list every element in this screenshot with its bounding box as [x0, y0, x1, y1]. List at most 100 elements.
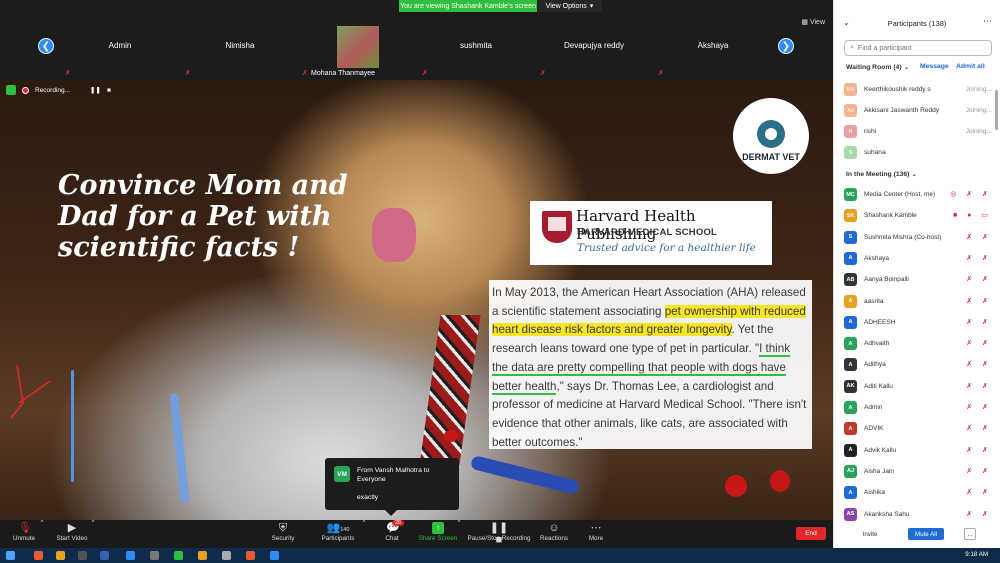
share-options-caret[interactable]: ^	[455, 520, 463, 548]
pause-stop-recording-button[interactable]: ❚❚ ■ Pause/Stop Recording	[466, 520, 532, 548]
video-tile-admin[interactable]: Admin ✗	[60, 12, 180, 80]
participants-button[interactable]: 👥140 Participants	[318, 520, 358, 548]
mic-muted-icon: 🎙	[18, 522, 32, 534]
waiting-room-item[interactable]: Ssuhana	[844, 143, 992, 163]
app-icon[interactable]	[222, 551, 231, 560]
participant-name: Media Center (Host, me)	[864, 191, 936, 198]
chevron-up-icon: ^	[362, 520, 366, 526]
participants-panel: ⌄ Participants (138) ⋯ ⌕ Find a particip…	[833, 0, 1000, 548]
avatar: S	[844, 146, 857, 159]
video-options-caret[interactable]: ^	[89, 520, 97, 548]
chrome-icon[interactable]	[56, 551, 65, 560]
share-screen-button[interactable]: ↑ Share Screen	[418, 520, 458, 548]
participant-row[interactable]: A ADHEESH ✗ ✗	[844, 313, 992, 334]
mute-all-button[interactable]: Mute All	[908, 528, 944, 540]
app-icon[interactable]	[174, 551, 183, 560]
participant-row[interactable]: Aaasrita ✗ ✗	[844, 292, 992, 313]
zoom-icon[interactable]	[126, 551, 135, 560]
chevron-down-icon: ▾	[589, 3, 594, 10]
waiting-room-item[interactable]: KR Keerthikoushik reddy s Joining...	[844, 80, 992, 100]
admit-all-button[interactable]: Admit all	[956, 63, 985, 70]
chrome-icon[interactable]	[246, 551, 255, 560]
tile-name: Nimisha	[225, 41, 255, 50]
participant-name: Aisha Jain	[864, 467, 894, 475]
unmute-button[interactable]: 🎙 Unmute	[8, 520, 40, 548]
app-icon[interactable]	[150, 551, 159, 560]
pause-recording-icon[interactable]: ❚❚	[90, 86, 101, 94]
participant-row[interactable]: AK Aditi Kallu ✗ ✗	[844, 377, 992, 398]
share-banner: You are viewing Shashank Kamble's screen…	[399, 0, 602, 12]
mic-muted-icon: ✗	[65, 70, 71, 77]
participant-row[interactable]: AJ Aisha Jain ✗ ✗	[844, 462, 992, 483]
waiting-message-button[interactable]: Message	[920, 63, 949, 70]
video-tile-nimisha[interactable]: Nimisha ✗	[180, 12, 300, 80]
folder-icon[interactable]	[198, 551, 207, 560]
chat-message: exactly	[357, 494, 379, 501]
panel-scrollbar[interactable]	[995, 90, 998, 130]
mic-muted-icon: ✗	[540, 70, 546, 77]
video-tile-sushmita[interactable]: sushmita ✗	[417, 12, 535, 80]
waiting-room-item[interactable]: AJ Akkisani Jaswanth Reddy Joining...	[844, 101, 992, 121]
audio-options-caret[interactable]: ^	[38, 520, 46, 548]
pet-logo-icon	[757, 120, 785, 148]
participants-options-caret[interactable]: ^	[360, 520, 368, 548]
mic-muted-icon: ✗	[658, 70, 664, 77]
participant-row[interactable]: A Adithya ✗ ✗	[844, 355, 992, 376]
participant-row[interactable]: MC Media Center (Host, me) ◎ ✗ ✗	[844, 185, 992, 206]
security-label: Security	[271, 535, 295, 542]
participant-row[interactable]: A Aishika ✗ ✗	[844, 483, 992, 504]
view-options-button[interactable]: View Options ▾	[537, 0, 602, 12]
participant-row[interactable]: SK Shashank Kamble ■ ● ▭	[844, 206, 992, 227]
participant-row[interactable]: AS Akanksha Sahu ✗ ✗	[844, 505, 992, 526]
video-tile-akshaya[interactable]: Akshaya ✗	[653, 12, 773, 80]
waiting-name: suhana	[864, 149, 886, 156]
nail-graphic	[725, 475, 747, 497]
avatar: AJ	[844, 464, 857, 478]
chevron-up-icon: ^	[457, 520, 461, 526]
view-button[interactable]: ▦ View	[801, 18, 825, 26]
waiting-room-title[interactable]: Waiting Room (4) ⌄	[846, 63, 909, 71]
waiting-room-item[interactable]: Rrishi Joining...	[844, 122, 992, 142]
zoom-window: You are viewing Shashank Kamble's screen…	[0, 0, 1000, 563]
participant-row[interactable]: A ADVIK ✗ ✗	[844, 419, 992, 440]
mic-video-status-icon: ✗ ✗	[966, 489, 992, 497]
in-meeting-header[interactable]: In the Meeting (136) ⌄	[846, 170, 917, 178]
reactions-label: Reactions	[539, 535, 568, 542]
zoom-icon[interactable]	[270, 551, 279, 560]
annotation-stroke	[169, 392, 190, 504]
participant-row[interactable]: A Advik Kallu ✗ ✗	[844, 441, 992, 462]
avatar: SK	[844, 209, 857, 223]
end-meeting-button[interactable]: End	[796, 527, 826, 540]
waiting-name: Keerthikoushik reddy s	[864, 86, 931, 93]
participant-row[interactable]: A Akshaya ✗ ✗	[844, 249, 992, 270]
chat-button[interactable]: 💬 26 Chat	[380, 520, 405, 548]
taskbar-clock: 9:18 AM	[965, 551, 988, 558]
invite-button[interactable]: Invite	[854, 528, 886, 540]
avatar: S	[844, 230, 857, 244]
mic-video-status-icon: ✗ ✗	[966, 361, 992, 369]
video-off-icon: ▶	[67, 522, 77, 534]
participant-search-input[interactable]: ⌕ Find a participant	[844, 40, 992, 56]
app-icon[interactable]	[78, 551, 87, 560]
more-button[interactable]: ⋯ More	[584, 520, 608, 548]
chat-notification[interactable]: VM From Vansh Malhotra to Everyone exact…	[325, 458, 459, 510]
participant-name: aasrita	[864, 297, 884, 305]
share-screen-label: Share Screen	[418, 535, 458, 542]
participant-row[interactable]: A Adhvaith ✗ ✗	[844, 334, 992, 355]
windows-start-icon[interactable]	[6, 551, 15, 560]
video-tile-devapujya[interactable]: Devapujya reddy ✗	[535, 12, 653, 80]
participant-row[interactable]: A Admin ✗ ✗	[844, 398, 992, 419]
mic-video-status-icon: ✗ ✗	[966, 276, 992, 284]
prev-page-button[interactable]: ❮	[38, 38, 54, 54]
stop-recording-icon[interactable]: ■	[107, 87, 111, 94]
app-icon[interactable]	[100, 551, 109, 560]
participant-row[interactable]: S Sushmita Mishra (Co-host) ✗ ✗	[844, 228, 992, 249]
panel-menu-icon[interactable]: ⋯	[983, 16, 992, 27]
participant-row[interactable]: AB Aanya Boinpalli ✗ ✗	[844, 270, 992, 291]
start-video-button[interactable]: ▶ Start Video	[53, 520, 91, 548]
more-options-button[interactable]: ...	[964, 528, 976, 540]
firefox-icon[interactable]	[34, 551, 43, 560]
security-button[interactable]: ⛨ Security	[266, 520, 300, 548]
next-page-button[interactable]: ❯	[778, 38, 794, 54]
reactions-button[interactable]: ☺ Reactions	[538, 520, 570, 548]
